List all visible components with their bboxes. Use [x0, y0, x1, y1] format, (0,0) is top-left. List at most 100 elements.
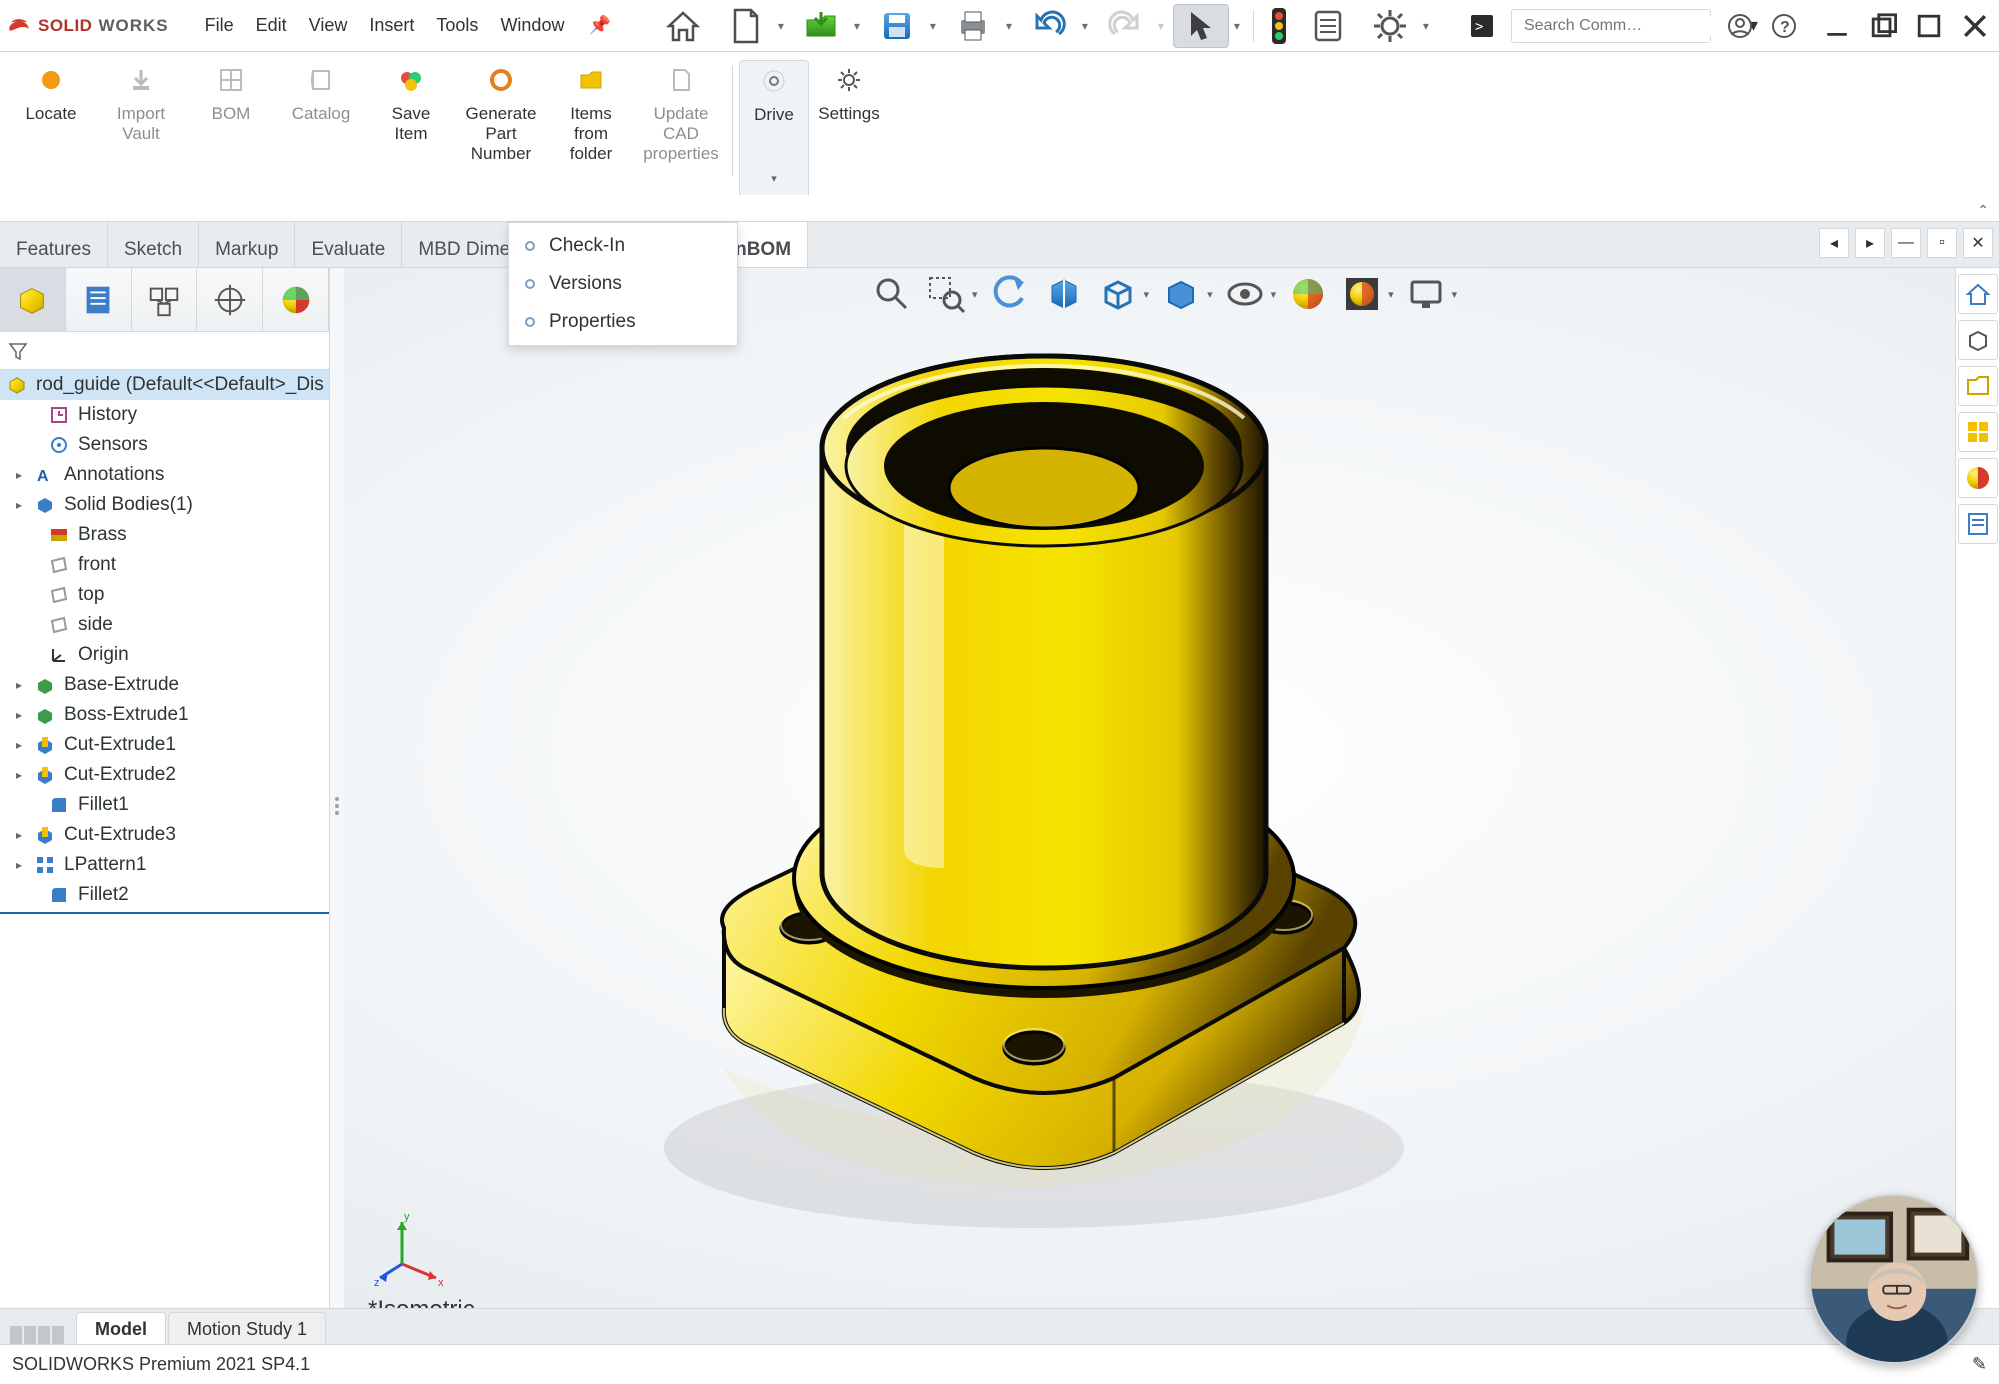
redo-button[interactable]: [1097, 4, 1153, 48]
traffic-light-icon[interactable]: [1264, 4, 1294, 48]
dropdown-icon[interactable]: ▾: [1231, 19, 1243, 33]
fm-tab-dimxpert[interactable]: [197, 268, 263, 331]
tree-solid-bodies[interactable]: ▸Solid Bodies(1): [0, 490, 329, 520]
tree-side[interactable]: ▸side: [0, 610, 329, 640]
tree-fillet2[interactable]: ▸Fillet2: [0, 880, 329, 910]
tree-base-extrude[interactable]: ▸Base-Extrude: [0, 670, 329, 700]
dropdown-icon[interactable]: ▾: [851, 19, 863, 33]
task-home-icon[interactable]: [1958, 274, 1998, 314]
dropdown-icon[interactable]: ▾: [1003, 19, 1015, 33]
prev-view-icon[interactable]: [988, 272, 1032, 316]
new-button[interactable]: [717, 4, 773, 48]
tree-cut-extrude1[interactable]: ▸Cut-Extrude1: [0, 730, 329, 760]
search-input[interactable]: [1522, 16, 1733, 36]
status-edit-icon[interactable]: ✎: [1972, 1354, 1987, 1375]
menu-file[interactable]: File: [195, 11, 244, 40]
expand-icon[interactable]: ▸: [12, 708, 26, 722]
mdi-next-button[interactable]: ▸: [1855, 228, 1885, 258]
locate-btn[interactable]: Locate: [6, 60, 96, 170]
tree-fillet1[interactable]: ▸Fillet1: [0, 790, 329, 820]
undo-button[interactable]: [1021, 4, 1077, 48]
minimize-button[interactable]: [1823, 12, 1851, 40]
dropdown-icon[interactable]: ▾: [927, 19, 939, 33]
drive-versions[interactable]: Versions: [509, 265, 737, 303]
menu-window[interactable]: Window: [490, 11, 574, 40]
options-icon[interactable]: [1300, 4, 1356, 48]
user-icon[interactable]: [1725, 11, 1755, 41]
tab-model[interactable]: Model: [76, 1312, 166, 1344]
task-view-palette-icon[interactable]: [1958, 412, 1998, 452]
fm-tab-property[interactable]: [66, 268, 132, 331]
save-item-btn[interactable]: Save Item: [366, 60, 456, 170]
drive-button[interactable]: Drive ▾: [739, 60, 809, 195]
tree-top[interactable]: ▸top: [0, 580, 329, 610]
save-button[interactable]: [869, 4, 925, 48]
fm-tab-tree[interactable]: [0, 268, 66, 331]
task-appearance-icon[interactable]: [1958, 458, 1998, 498]
tree-cut-extrude2[interactable]: ▸Cut-Extrude2: [0, 760, 329, 790]
tab-evaluate[interactable]: Evaluate: [295, 222, 402, 267]
terminal-icon[interactable]: >: [1467, 11, 1497, 41]
expand-icon[interactable]: ▸: [12, 498, 26, 512]
tree-root[interactable]: rod_guide (Default<<Default>_Dis: [0, 370, 329, 400]
task-custom-props-icon[interactable]: [1958, 504, 1998, 544]
graphics-area[interactable]: x y z *Isometric: [344, 268, 1955, 1344]
drive-properties[interactable]: Properties: [509, 303, 737, 341]
tab-features[interactable]: Features: [0, 222, 108, 267]
fm-filter-bar[interactable]: [0, 332, 329, 370]
items-folder-btn[interactable]: Items from folder: [546, 60, 636, 170]
gear-icon[interactable]: [1362, 4, 1418, 48]
tree-origin[interactable]: ▸Origin: [0, 640, 329, 670]
mdi-restore-button[interactable]: ▫: [1927, 228, 1957, 258]
tab-motion-study[interactable]: Motion Study 1: [168, 1312, 326, 1344]
splitter-handle[interactable]: [330, 268, 344, 1344]
expand-icon[interactable]: ▸: [12, 828, 26, 842]
task-file-explorer-icon[interactable]: [1958, 366, 1998, 406]
pin-menu-icon[interactable]: 📌: [584, 15, 614, 36]
expand-icon[interactable]: ▸: [12, 858, 26, 872]
expand-icon[interactable]: ▸: [12, 468, 26, 482]
maximize-button[interactable]: [1915, 12, 1943, 40]
dropdown-icon[interactable]: ▾: [1420, 19, 1432, 33]
hide-show-icon[interactable]: [1223, 272, 1267, 316]
orientation-triad[interactable]: x y z: [374, 1208, 454, 1288]
dropdown-icon[interactable]: ▾: [1155, 19, 1167, 33]
settings-button[interactable]: Settings: [809, 60, 889, 130]
open-button[interactable]: [793, 4, 849, 48]
select-button[interactable]: [1173, 4, 1229, 48]
menu-view[interactable]: View: [299, 11, 358, 40]
drive-checkin[interactable]: Check-In: [509, 227, 737, 265]
help-icon[interactable]: ?: [1769, 11, 1799, 41]
expand-icon[interactable]: ▸: [12, 768, 26, 782]
scene-icon[interactable]: [1340, 272, 1384, 316]
mdi-close-button[interactable]: ✕: [1963, 228, 1993, 258]
close-button[interactable]: [1961, 12, 1989, 40]
tree-sensors[interactable]: ▸Sensors: [0, 430, 329, 460]
tree-annotations[interactable]: ▸AAnnotations: [0, 460, 329, 490]
model-tab-nav[interactable]: [10, 1326, 64, 1344]
display-style-icon[interactable]: [1159, 272, 1203, 316]
tree-front[interactable]: ▸front: [0, 550, 329, 580]
tab-sketch[interactable]: Sketch: [108, 222, 199, 267]
appearance-icon[interactable]: [1286, 272, 1330, 316]
tab-markup[interactable]: Markup: [199, 222, 295, 267]
fm-tab-config[interactable]: [132, 268, 198, 331]
mdi-prev-button[interactable]: ◂: [1819, 228, 1849, 258]
zoom-area-icon[interactable]: [924, 272, 968, 316]
search-commands[interactable]: ▾: [1511, 9, 1711, 43]
expand-icon[interactable]: ▸: [12, 738, 26, 752]
ribbon-collapse-icon[interactable]: ⌃: [1977, 202, 1989, 219]
print-button[interactable]: [945, 4, 1001, 48]
tree-brass[interactable]: ▸Brass: [0, 520, 329, 550]
menu-insert[interactable]: Insert: [359, 11, 424, 40]
restore-button[interactable]: [1869, 12, 1897, 40]
tree-boss-extrude1[interactable]: ▸Boss-Extrude1: [0, 700, 329, 730]
mdi-minimize-button[interactable]: —: [1891, 228, 1921, 258]
dropdown-icon[interactable]: ▾: [1079, 19, 1091, 33]
section-view-icon[interactable]: [1042, 272, 1086, 316]
task-design-lib-icon[interactable]: [1958, 320, 1998, 360]
tree-history[interactable]: ▸History: [0, 400, 329, 430]
tree-cut-extrude3[interactable]: ▸Cut-Extrude3: [0, 820, 329, 850]
tree-lpattern1[interactable]: ▸LPattern1: [0, 850, 329, 880]
menu-tools[interactable]: Tools: [426, 11, 488, 40]
